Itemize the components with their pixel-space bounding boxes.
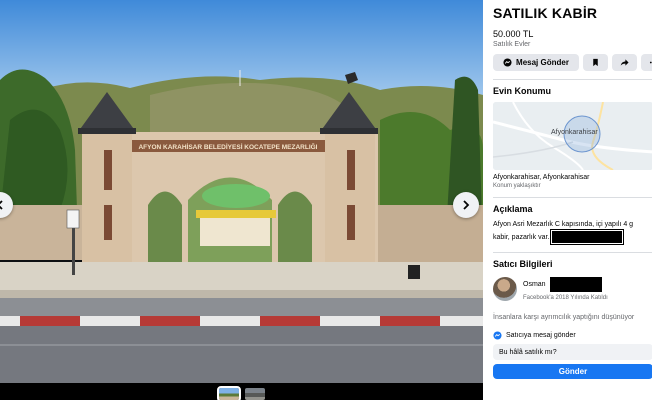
action-bar: Mesaj Gönder <box>493 54 652 71</box>
divider <box>493 79 652 80</box>
description-line-1: Afyon Asri Mezarlık C kapısında, içi yap… <box>493 221 634 228</box>
message-input[interactable]: Bu hâlâ satılık mı? <box>493 344 652 360</box>
map-graphic <box>493 102 652 170</box>
divider <box>493 252 652 253</box>
bookmark-icon <box>593 58 598 67</box>
thumbnail-1[interactable] <box>216 386 241 400</box>
listing-photo: AFYON KARAHİSAR BELEDİYESİ KOCATEPE MEZA… <box>0 0 483 383</box>
listing-price: 50.000 TL <box>493 29 534 39</box>
send-message-label: Mesaj Gönder <box>516 58 569 67</box>
thumbnail-strip <box>0 383 483 400</box>
redaction-box <box>549 277 602 292</box>
description-section-title: Açıklama <box>493 204 533 214</box>
location-approx-note: Konum yaklaşıktır <box>493 183 541 189</box>
messenger-icon <box>503 58 512 67</box>
share-icon <box>620 59 629 66</box>
thumbnail-2[interactable] <box>244 388 265 400</box>
save-button[interactable] <box>583 54 608 71</box>
location-map[interactable]: Afyonkarahisar <box>493 102 652 170</box>
listing-details-panel: SATILIK KABİR 50.000 TL Satılık Evler Me… <box>483 0 652 400</box>
more-options-button[interactable] <box>641 54 652 71</box>
chevron-right-icon <box>463 200 470 210</box>
seller-section-title: Satıcı Bilgileri <box>493 259 553 269</box>
seller-name-row: Osman <box>523 277 608 292</box>
location-section-title: Evin Konumu <box>493 86 551 96</box>
photo-viewer: AFYON KARAHİSAR BELEDİYESİ KOCATEPE MEZA… <box>0 0 483 400</box>
share-button[interactable] <box>612 54 637 71</box>
description-line-2-row: kabir, pazarlık var. <box>493 229 652 245</box>
send-message-button[interactable]: Mesaj Gönder <box>493 54 579 71</box>
redaction-box <box>550 229 625 245</box>
seller-avatar[interactable] <box>493 277 517 301</box>
divider <box>493 197 652 198</box>
discrimination-report-link[interactable]: İnsanlara karşı ayrımcılık yaptığını düş… <box>493 314 652 321</box>
map-city-label: Afyonkarahisar <box>551 129 598 136</box>
description-line-2: kabir, pazarlık var. <box>493 233 550 241</box>
gate-sign-text: AFYON KARAHİSAR BELEDİYESİ KOCATEPE MEZA… <box>138 142 317 151</box>
location-text: Afyonkarahisar, Afyonkarahisar <box>493 174 590 181</box>
seller-joined: Facebook'a 2018 Yılında Katıldı <box>523 295 608 301</box>
chevron-left-icon <box>0 200 3 210</box>
message-seller-header: Satıcıya mesaj gönder <box>493 331 652 340</box>
seller-text: Osman Facebook'a 2018 Yılında Katıldı <box>523 277 608 301</box>
message-seller-label: Satıcıya mesaj gönder <box>506 332 576 339</box>
next-photo-button[interactable] <box>453 192 479 218</box>
messenger-icon <box>493 331 502 340</box>
listing-title: SATILIK KABİR <box>493 5 598 21</box>
seller-name[interactable]: Osman <box>523 281 546 288</box>
seller-info[interactable]: Osman Facebook'a 2018 Yılında Katıldı <box>493 277 652 301</box>
listing-category: Satılık Evler <box>493 41 531 48</box>
send-button[interactable]: Gönder <box>493 364 652 379</box>
description-text: Afyon Asri Mezarlık C kapısında, içi yap… <box>493 220 652 245</box>
